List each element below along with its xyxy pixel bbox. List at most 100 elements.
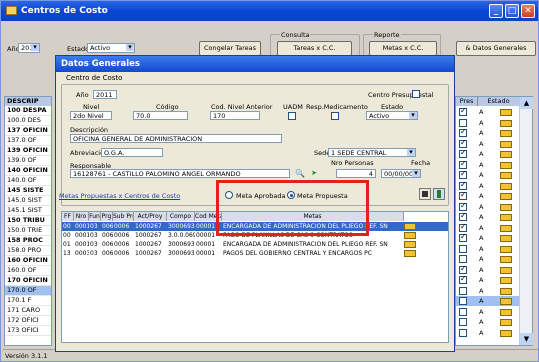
edit-icon[interactable] [500, 277, 512, 284]
nro-personas-field[interactable]: 4 [336, 169, 376, 178]
centros-list-left[interactable]: DESCRIP 100 DESPA 100.0 DES 137 OFICIN 137.… [4, 96, 52, 346]
maximize-button[interactable]: □ [505, 4, 519, 18]
grid-row[interactable]: 13 0003 03 006 0006 1000267 3000693 00001 PAGOS … [62, 249, 448, 258]
grid-column-header[interactable]: FF [62, 212, 74, 221]
column-header-pres[interactable]: Pres [456, 97, 478, 106]
list-item[interactable]: A [456, 286, 520, 296]
pres-checkbox[interactable] [459, 180, 467, 190]
datos-generales-button[interactable]: & Datos Generales [456, 41, 536, 56]
nivel-field[interactable]: 2do Nivel [70, 111, 112, 120]
uadm-checkbox[interactable] [288, 112, 296, 120]
metas-propuestas-tab[interactable]: Metas Propuestas x Centros de Costo [59, 192, 180, 200]
list-item[interactable]: A [456, 180, 520, 191]
pres-checkbox[interactable] [459, 190, 467, 200]
column-header-descripcion[interactable]: DESCRIP [5, 97, 51, 106]
list-item[interactable]: A [456, 244, 520, 254]
pres-checkbox[interactable] [459, 255, 467, 263]
edit-icon[interactable] [500, 287, 512, 295]
edit-icon[interactable] [500, 172, 512, 179]
edit-icon[interactable] [500, 203, 512, 211]
edit-icon[interactable] [500, 266, 512, 274]
dlg-estado-select[interactable]: Activo [366, 111, 418, 120]
list-item[interactable]: 100.0 DES [5, 116, 51, 126]
list-item[interactable]: 158.0 PRO [5, 246, 51, 256]
list-item[interactable]: 145 SISTE [5, 186, 51, 196]
tareas-por-cc-button[interactable]: Tareas x C.C. [277, 41, 352, 56]
list-item[interactable]: A [456, 138, 520, 149]
edit-icon[interactable] [500, 140, 512, 148]
title-bar[interactable]: Centros de Costo _ □ ✕ [1, 1, 538, 21]
pres-checkbox[interactable] [459, 159, 467, 169]
responsable-field[interactable]: 16128761 - CASTILLO PALOMINO ANGEL ORMAN… [70, 169, 290, 178]
pres-checkbox[interactable] [459, 201, 467, 211]
pres-checkbox[interactable] [459, 211, 467, 221]
grid-row[interactable]: 01 0001 03 006 0006 1000267 3000693 00001 ENCARG… [62, 240, 448, 249]
edit-icon[interactable] [404, 241, 416, 248]
minimize-button[interactable]: _ [489, 4, 503, 18]
edit-icon[interactable] [500, 109, 512, 116]
close-button[interactable]: ✕ [521, 4, 535, 18]
list-item[interactable]: A [456, 274, 520, 285]
arrow-icon[interactable]: ➤ [308, 168, 320, 179]
resp-medicamento-checkbox[interactable] [331, 112, 339, 120]
sede-select[interactable]: 1 SEDE CENTRAL [328, 148, 416, 157]
list-item[interactable]: 150 TRIBU [5, 216, 51, 226]
edit-icon[interactable] [500, 329, 512, 337]
list-item[interactable]: A [456, 118, 520, 128]
dlg-anio-field[interactable]: 2011 [93, 90, 117, 99]
pres-checkbox[interactable] [459, 169, 467, 179]
save-icon[interactable] [419, 188, 431, 200]
grid-column-header[interactable]: Compo [167, 212, 195, 221]
list-item[interactable]: 160 OFICIN [5, 256, 51, 266]
list-item[interactable]: A [456, 169, 520, 180]
list-item[interactable]: 158 PROC [5, 236, 51, 246]
pres-checkbox[interactable] [459, 274, 467, 284]
edit-icon[interactable] [500, 235, 512, 242]
pres-checkbox[interactable] [459, 286, 467, 295]
list-item[interactable]: A [456, 296, 520, 306]
list-item[interactable]: 171 CARO [5, 306, 51, 316]
pres-checkbox[interactable] [459, 307, 467, 316]
list-item[interactable]: 173 OFICI [5, 326, 51, 336]
estado-select[interactable]: Activo [87, 43, 135, 53]
list-item[interactable]: A [456, 222, 520, 233]
list-item[interactable]: A [456, 148, 520, 159]
grid-column-header[interactable]: Fun [89, 212, 101, 221]
edit-icon[interactable] [500, 245, 512, 253]
pres-checkbox[interactable] [459, 118, 467, 127]
list-scrollbar[interactable]: ▲ ▼ [519, 97, 533, 345]
pres-checkbox[interactable] [459, 138, 467, 148]
list-item[interactable]: A [456, 201, 520, 212]
pres-checkbox[interactable] [459, 148, 467, 158]
pres-checkbox[interactable] [459, 244, 467, 253]
anio-select[interactable]: 2011 [18, 43, 40, 53]
list-item[interactable]: 170 OFICIN [5, 276, 51, 286]
edit-icon[interactable] [404, 232, 416, 239]
list-item[interactable]: 139.0 OF [5, 156, 51, 166]
list-item[interactable]: A [456, 127, 520, 138]
edit-icon[interactable] [500, 161, 512, 169]
list-item[interactable]: A [456, 328, 520, 338]
centro-presupuestal-checkbox[interactable] [412, 90, 420, 98]
list-item[interactable]: 170.1 F [5, 296, 51, 306]
pres-checkbox[interactable] [459, 328, 467, 337]
list-item[interactable]: A [456, 264, 520, 275]
list-item[interactable]: A [456, 190, 520, 201]
pres-checkbox[interactable] [459, 127, 467, 137]
edit-icon[interactable] [500, 119, 512, 127]
list-item[interactable]: 172 OFICI [5, 316, 51, 326]
pres-checkbox[interactable] [459, 318, 467, 326]
list-item[interactable]: 137 OFICIN [5, 126, 51, 136]
list-item[interactable]: 137.0 OF [5, 136, 51, 146]
edit-icon[interactable] [500, 308, 512, 316]
pres-checkbox[interactable] [459, 264, 467, 274]
grid-column-header[interactable]: Prg [101, 212, 113, 221]
binoculars-icon[interactable]: 🔍 [294, 168, 306, 179]
list-item[interactable]: 145.0 SIST [5, 196, 51, 206]
edit-icon[interactable] [500, 256, 512, 263]
list-item[interactable]: 140.0 OF [5, 176, 51, 186]
edit-icon[interactable] [500, 214, 512, 221]
congelar-tareas-button[interactable]: Congelar Tareas [199, 41, 261, 56]
cod-nivel-anterior-field[interactable]: 170 [210, 111, 260, 120]
pres-checkbox[interactable] [459, 222, 467, 232]
